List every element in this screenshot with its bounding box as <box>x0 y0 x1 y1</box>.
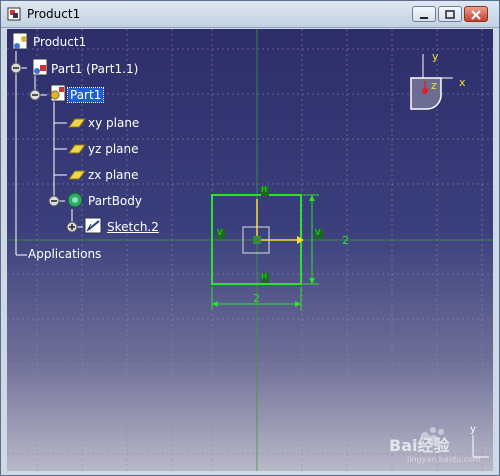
sketch-icon <box>84 217 102 234</box>
dimension-horizontal-value[interactable]: 2 <box>253 292 260 305</box>
compass-y-label: y <box>432 50 439 63</box>
compass-x-label: x <box>459 76 466 89</box>
tree-item-xy-plane[interactable]: xy plane <box>88 116 139 130</box>
tree-item-zx-plane[interactable]: zx plane <box>88 168 139 182</box>
catia-window: Product1 Product1 Part1 (Part1.1) Part1 … <box>0 0 500 476</box>
minimize-icon <box>420 17 428 19</box>
plane-icon <box>68 144 86 154</box>
plane-icon <box>68 170 86 180</box>
tree-item-product1[interactable]: Product1 <box>33 35 86 49</box>
title-bar[interactable]: Product1 <box>1 1 499 28</box>
dimension-vertical-value[interactable]: 2 <box>342 234 349 247</box>
tree-item-sketch2[interactable]: Sketch.2 <box>107 220 159 234</box>
close-button[interactable] <box>464 6 488 22</box>
maximize-icon <box>445 10 455 19</box>
maximize-button[interactable] <box>438 6 462 22</box>
watermark-url: jingyan.baidu.com <box>407 455 481 464</box>
constraint-label-right: V <box>315 228 321 237</box>
tree-item-yz-plane[interactable]: yz plane <box>88 142 139 156</box>
product-icon <box>12 32 28 50</box>
axis-corner-indicator <box>472 435 489 458</box>
constraint-label-top: H <box>261 185 268 194</box>
tree-item-partbody[interactable]: PartBody <box>88 194 142 208</box>
tree-item-part-instance[interactable]: Part1 (Part1.1) <box>51 62 138 76</box>
constraint-label-left: V <box>217 228 223 237</box>
compass-z-label: z <box>431 79 437 92</box>
watermark-logo: Bai经验 <box>389 436 450 455</box>
sketch-profile[interactable] <box>211 186 323 310</box>
tree-item-part1[interactable]: Part1 <box>66 87 105 103</box>
catia-window-icon <box>7 7 21 21</box>
part-instance-icon <box>32 58 48 76</box>
plane-icon <box>68 118 86 128</box>
window-title: Product1 <box>27 7 81 21</box>
3d-viewport[interactable]: Product1 Part1 (Part1.1) Part1 xy plane … <box>7 29 493 471</box>
minimize-button[interactable] <box>412 6 436 22</box>
constraint-label-bottom: H <box>261 272 268 281</box>
axis-corner-y-label: y <box>470 424 476 435</box>
body-gear-icon <box>67 192 83 208</box>
tree-item-applications[interactable]: Applications <box>28 247 101 261</box>
part-icon <box>50 84 66 102</box>
close-icon <box>471 10 481 20</box>
